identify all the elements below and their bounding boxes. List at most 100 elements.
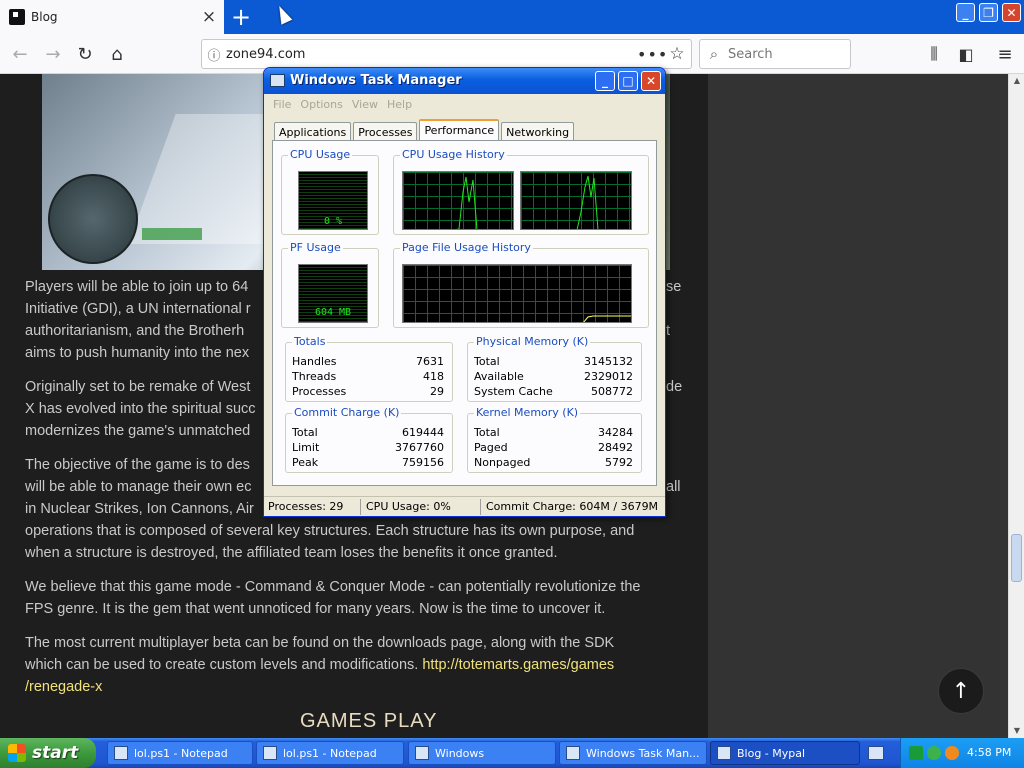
tab-performance[interactable]: Performance (419, 119, 500, 141)
tab-processes[interactable]: Processes (353, 122, 418, 141)
new-tab-button[interactable]: + (226, 2, 256, 32)
tm-minimize-button[interactable]: _ (595, 71, 615, 91)
up-arrow-icon: ↑ (951, 678, 971, 704)
task-manager-title: Windows Task Manager (290, 73, 462, 88)
stat-key: System Cache (474, 385, 553, 398)
scrollbar-thumb[interactable] (1011, 534, 1022, 582)
sidebar-icon[interactable]: ◧ (952, 40, 980, 68)
cpu-usage-meter: 0 % (298, 171, 368, 230)
stat-value: 34284 (598, 426, 633, 439)
status-commit: Commit Charge: 604M / 3679M (486, 500, 659, 513)
totals-group: Totals Handles 7631 Threads 418 Processes 2… (285, 335, 453, 402)
tray-network-icon[interactable] (927, 746, 941, 760)
right-sidebar-panel (708, 74, 1008, 738)
window-close-button[interactable]: ✕ (1002, 3, 1021, 22)
pf-usage-group: PF Usage 604 MB (281, 241, 379, 328)
tab-applications[interactable]: Applications (274, 122, 352, 141)
stat-key: Peak (292, 456, 319, 469)
taskbar-clock: 4:58 PM (967, 746, 1012, 759)
scroll-down-arrow-icon[interactable]: ▼ (1009, 724, 1024, 738)
stat-value: 29 (430, 385, 444, 398)
search-box[interactable]: ⌕ (699, 39, 851, 69)
status-separator (480, 499, 481, 515)
totals-row-processes: Processes 29 (292, 385, 444, 400)
tm-tab-strip: Applications Processes Performance Netwo… (274, 119, 576, 141)
physmem-row-system-cache: System Cache 508772 (474, 385, 633, 400)
bookmark-star-icon[interactable]: ☆ (663, 44, 691, 64)
kernel-row-nonpaged: Nonpaged 5792 (474, 456, 633, 471)
cpu-usage-group: CPU Usage 0 % (281, 148, 379, 235)
pf-usage-meter: 604 MB (298, 264, 368, 323)
window-minimize-button[interactable]: _ (956, 3, 975, 22)
stat-value: 619444 (402, 426, 444, 439)
window-icon (415, 746, 429, 760)
commit-row-peak: Peak 759156 (292, 456, 444, 471)
pf-usage-label: PF Usage (288, 241, 343, 254)
stat-key: Handles (292, 355, 337, 368)
home-icon[interactable]: ⌂ (103, 40, 131, 68)
page-scrollbar[interactable]: ▲ ▼ (1008, 74, 1024, 738)
tab-close-icon[interactable]: × (198, 6, 220, 28)
search-input[interactable] (728, 46, 838, 62)
kernel-memory-label: Kernel Memory (K) (474, 406, 581, 419)
forward-arrow-icon[interactable]: → (39, 40, 67, 68)
url-text[interactable]: zone94.com (226, 47, 637, 62)
totals-row-threads: Threads 418 (292, 370, 444, 385)
status-separator (360, 499, 361, 515)
stat-value: 5792 (605, 456, 633, 469)
reload-icon[interactable]: ↻ (71, 40, 99, 68)
scroll-to-top-button[interactable]: ↑ (938, 668, 984, 714)
image-hud-bar (142, 228, 202, 240)
status-cpu: CPU Usage: 0% (366, 500, 451, 513)
hamburger-menu-icon[interactable]: ≡ (991, 40, 1019, 68)
physical-memory-label: Physical Memory (K) (474, 335, 591, 348)
taskbar-button-label: lol.ps1 - Notepad (283, 746, 377, 760)
taskbar-button-notepad-2[interactable]: lol.ps1 - Notepad (256, 741, 404, 765)
scroll-up-arrow-icon[interactable]: ▲ (1009, 74, 1024, 88)
stat-key: Paged (474, 441, 508, 454)
taskbar-button-windows[interactable]: Windows (408, 741, 556, 765)
tab-blog[interactable]: Blog × (0, 0, 224, 34)
taskbar-button-blog-mypal[interactable]: Blog - Mypal (710, 741, 860, 765)
menu-file[interactable]: File (273, 98, 291, 111)
taskbar-button-notepad-1[interactable]: lol.ps1 - Notepad (107, 741, 253, 765)
commit-row-limit: Limit 3767760 (292, 441, 444, 456)
tab-title: Blog (31, 10, 58, 24)
task-manager-window[interactable]: Windows Task Manager _ □ ✕ File Options … (263, 67, 666, 517)
taskbar-button-label: Windows Task Man... (586, 746, 700, 760)
tm-close-button[interactable]: ✕ (641, 71, 661, 91)
start-button[interactable]: start (0, 738, 96, 768)
pf-history-group: Page File Usage History (393, 241, 649, 328)
keyboard-layout-icon[interactable] (868, 746, 884, 760)
windows-flag-icon (8, 744, 26, 762)
page-actions-icon[interactable]: ••• (637, 45, 667, 64)
menu-view[interactable]: View (352, 98, 378, 111)
task-manager-icon (566, 746, 580, 760)
library-icon[interactable]: ⫼ (920, 40, 948, 68)
cpu-history-group: CPU Usage History (393, 148, 649, 235)
taskbar-button-label: lol.ps1 - Notepad (134, 746, 228, 760)
address-bar[interactable]: ⓘ zone94.com ••• ☆ (201, 39, 692, 69)
tray-app-icon[interactable] (909, 746, 923, 760)
menu-options[interactable]: Options (300, 98, 342, 111)
back-arrow-icon[interactable]: ← (6, 40, 34, 68)
pf-usage-value: 604 MB (314, 307, 352, 318)
tm-maximize-button[interactable]: □ (618, 71, 638, 91)
tab-networking[interactable]: Networking (501, 122, 575, 141)
physmem-row-total: Total 3145132 (474, 355, 633, 370)
info-icon[interactable]: ⓘ (202, 45, 226, 64)
window-maximize-button[interactable]: ❐ (979, 3, 998, 22)
taskbar-button-task-manager[interactable]: Windows Task Man... (559, 741, 707, 765)
stat-value: 418 (423, 370, 444, 383)
para1-right-fragment: se (666, 279, 682, 295)
task-manager-titlebar[interactable]: Windows Task Manager _ □ ✕ (264, 68, 665, 94)
stat-key: Nonpaged (474, 456, 531, 469)
stat-key: Total (292, 426, 318, 439)
site-favicon-icon (9, 9, 25, 25)
tray-search-icon[interactable] (945, 746, 959, 760)
cpu-history-graph-core1 (402, 171, 514, 230)
cpu-usage-value: 0 % (323, 216, 343, 227)
tm-status-bar: Processes: 29 CPU Usage: 0% Commit Charg… (264, 496, 665, 516)
menu-help[interactable]: Help (387, 98, 412, 111)
start-label: start (32, 743, 79, 763)
